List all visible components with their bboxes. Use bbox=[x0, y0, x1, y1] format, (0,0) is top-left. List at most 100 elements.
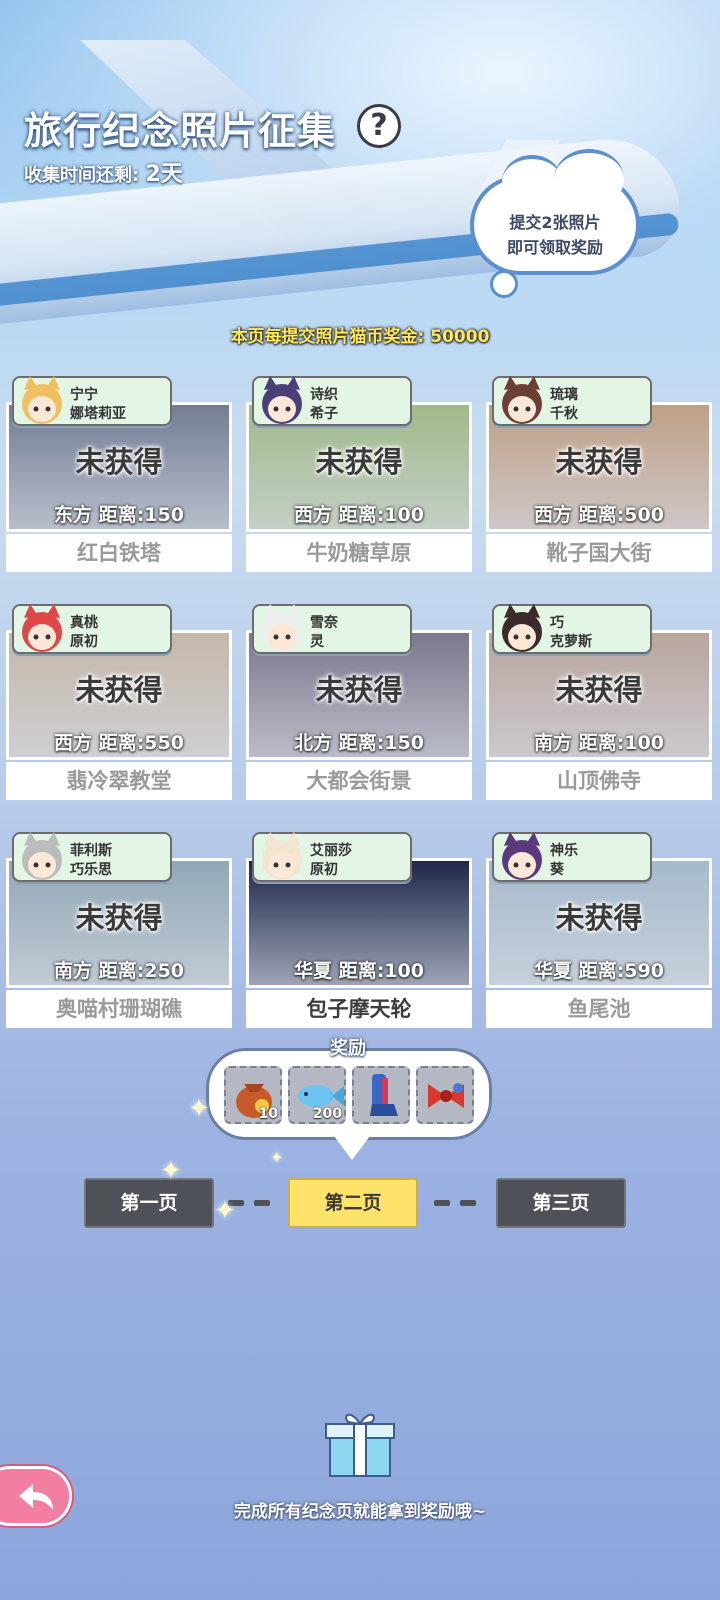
character-name: 琉璃 bbox=[550, 387, 578, 403]
hint-cloud-tail bbox=[490, 270, 518, 298]
footer-hint: 完成所有纪念页就能拿到奖励哦~ bbox=[233, 1502, 487, 1522]
direction-text: 北方 bbox=[294, 732, 333, 754]
character-name: 巧 bbox=[550, 615, 564, 631]
character-name-tag: 菲利斯 巧乐思 bbox=[12, 832, 172, 882]
back-button[interactable] bbox=[0, 1466, 72, 1526]
distance-text: 距离:100 bbox=[338, 960, 424, 982]
character-name: 诗织 bbox=[310, 387, 338, 403]
character-name-tag: 神乐葵 bbox=[492, 832, 652, 882]
not-obtained-label: 未获得 bbox=[315, 445, 403, 479]
character-name: 艾丽莎 bbox=[310, 843, 352, 859]
photo-card[interactable]: 未获得 西方 距离:550 真桃 原初 翡冷翠教堂 bbox=[6, 598, 232, 803]
not-obtained-label: 未获得 bbox=[75, 445, 163, 479]
hint-line-1: 提交2张照片 bbox=[509, 213, 601, 232]
pager-dash bbox=[460, 1200, 476, 1206]
hint-cloud-text: 提交2张照片 即可领取奖励 bbox=[470, 210, 640, 260]
coin-bonus-text: 本页每提交照片猫币奖金: 50000 bbox=[230, 327, 490, 347]
location-name: 翡冷翠教堂 bbox=[6, 762, 232, 800]
photo-card[interactable]: 未获得 西方 距离:500 琉璃 千秋 靴子国大街 bbox=[486, 370, 712, 575]
distance-text: 距离:550 bbox=[98, 732, 184, 754]
character-avatar-icon bbox=[502, 604, 542, 652]
character-name: 宁宁 bbox=[70, 387, 98, 403]
not-obtained-label: 未获得 bbox=[555, 901, 643, 935]
location-name: 靴子国大街 bbox=[486, 534, 712, 572]
pager-dash bbox=[434, 1200, 450, 1206]
character-avatar-icon bbox=[22, 604, 62, 652]
page-2-button[interactable]: 第二页 bbox=[288, 1178, 418, 1228]
character-subname: 千秋 bbox=[550, 406, 578, 422]
character-name: 雪奈 bbox=[310, 615, 338, 631]
page-1-button[interactable]: 第一页 bbox=[84, 1178, 214, 1228]
page-title: 旅行纪念照片征集 bbox=[24, 109, 337, 153]
reward-label: 奖励 bbox=[330, 1038, 366, 1059]
direction-text: 南方 bbox=[534, 732, 573, 754]
sparkle-icon: ✦ bbox=[160, 1156, 182, 1186]
reward-slot[interactable] bbox=[352, 1066, 410, 1124]
page-3-button[interactable]: 第三页 bbox=[496, 1178, 626, 1228]
distance-info: 华夏 距离:100 bbox=[249, 956, 469, 983]
character-name-tag: 巧克萝斯 bbox=[492, 604, 652, 654]
location-name: 红白铁塔 bbox=[6, 534, 232, 572]
pager-dash bbox=[254, 1200, 270, 1206]
character-avatar-icon bbox=[262, 376, 302, 424]
reward-qty: 200 bbox=[312, 1106, 342, 1122]
direction-text: 华夏 bbox=[534, 960, 573, 982]
character-name-tag: 宁宁 娜塔莉亚 bbox=[12, 376, 172, 426]
sparkle-icon: ✦ bbox=[188, 1094, 210, 1124]
reward-panel-pointer bbox=[334, 1136, 370, 1160]
reward-slot[interactable]: 200 bbox=[288, 1066, 346, 1124]
character-subname: 原初 bbox=[70, 634, 98, 650]
not-obtained-label: 未获得 bbox=[315, 673, 403, 707]
direction-text: 西方 bbox=[294, 504, 333, 526]
character-name-tag: 琉璃 千秋 bbox=[492, 376, 652, 426]
time-remaining: 收集时间还剩: 2天 bbox=[24, 156, 183, 188]
photo-card[interactable]: 未获得西方 距离:100 诗织希子牛奶糖草原 bbox=[246, 370, 472, 575]
time-remaining-label: 收集时间还剩: bbox=[24, 165, 140, 186]
distance-text: 距离:250 bbox=[98, 960, 184, 982]
distance-text: 距离:150 bbox=[98, 504, 184, 526]
location-name: 山顶佛寺 bbox=[486, 762, 712, 800]
direction-text: 西方 bbox=[54, 732, 93, 754]
character-name: 菲利斯 bbox=[70, 843, 112, 859]
location-name: 牛奶糖草原 bbox=[246, 534, 472, 572]
location-name: 包子摩天轮 bbox=[246, 990, 472, 1028]
sparkle-icon: ✦ bbox=[270, 1148, 284, 1167]
reward-qty: 10 bbox=[258, 1106, 278, 1122]
distance-info: 北方 距离:150 bbox=[249, 728, 469, 755]
photo-card[interactable]: 未获得 华夏 距离:590 神乐葵鱼尾池 bbox=[486, 826, 712, 1031]
distance-text: 距离:100 bbox=[338, 504, 424, 526]
photo-card[interactable]: 华夏 距离:100 艾丽莎 原初包子摩天轮 bbox=[246, 826, 472, 1031]
direction-text: 南方 bbox=[54, 960, 93, 982]
distance-info: 西方 距离:500 bbox=[489, 500, 709, 527]
help-button[interactable]: ? bbox=[357, 104, 401, 148]
distance-info: 南方 距离:100 bbox=[489, 728, 709, 755]
distance-text: 距离:500 bbox=[578, 504, 664, 526]
character-name: 神乐 bbox=[550, 843, 578, 859]
not-obtained-label: 未获得 bbox=[75, 901, 163, 935]
character-name: 真桃 bbox=[70, 615, 98, 631]
character-avatar-icon bbox=[262, 604, 302, 652]
hint-line-2: 即可领取奖励 bbox=[506, 238, 603, 257]
back-arrow-icon bbox=[19, 1484, 53, 1510]
distance-text: 距离:150 bbox=[338, 732, 424, 754]
distance-info: 东方 距离:150 bbox=[9, 500, 229, 527]
character-avatar-icon bbox=[262, 832, 302, 880]
gift-box-icon[interactable] bbox=[322, 1408, 398, 1478]
photo-card[interactable]: 未获得 南方 距离:250 菲利斯 巧乐思 奥喵村珊瑚礁 bbox=[6, 826, 232, 1031]
photo-card[interactable]: 未获得北方 距离:150 雪奈灵大都会街景 bbox=[246, 598, 472, 803]
character-avatar-icon bbox=[502, 376, 542, 424]
character-name-tag: 艾丽莎 原初 bbox=[252, 832, 412, 882]
location-name: 大都会街景 bbox=[246, 762, 472, 800]
reward-slot[interactable]: 10 bbox=[224, 1066, 282, 1124]
reward-slot[interactable] bbox=[416, 1066, 474, 1124]
distance-info: 南方 距离:250 bbox=[9, 956, 229, 983]
character-subname: 娜塔莉亚 bbox=[70, 406, 126, 422]
character-subname: 灵 bbox=[310, 634, 324, 650]
photo-card[interactable]: 未获得 南方 距离:100 巧克萝斯 山顶佛寺 bbox=[486, 598, 712, 803]
character-subname: 希子 bbox=[310, 406, 338, 422]
time-remaining-value: 2天 bbox=[145, 162, 183, 187]
boots-icon bbox=[370, 1074, 398, 1116]
character-avatar-icon bbox=[502, 832, 542, 880]
photo-card[interactable]: 未获得东方 距离:150 宁宁娜塔莉亚红白铁塔 bbox=[6, 370, 232, 575]
character-subname: 葵 bbox=[550, 862, 564, 878]
